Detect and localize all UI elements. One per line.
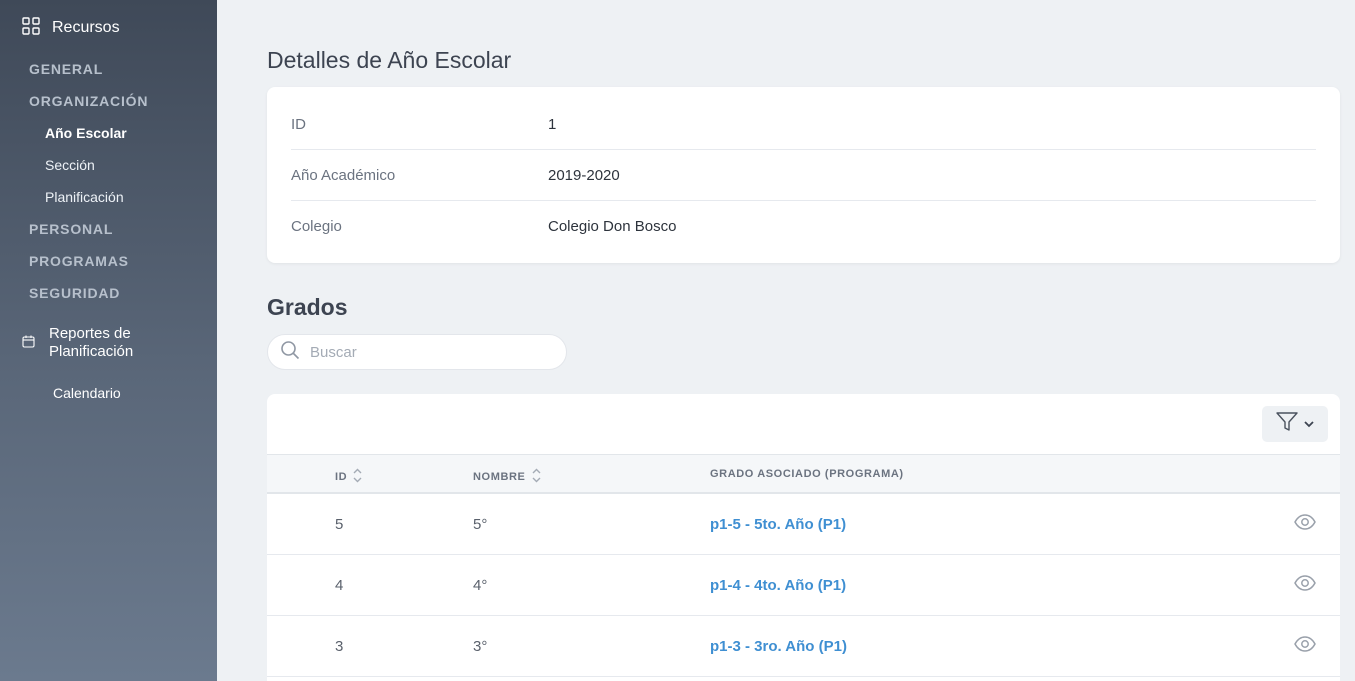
detail-row-ano-academico: Año Académico 2019-2020: [291, 149, 1316, 200]
table-row: 3 3° p1-3 - 3ro. Año (P1): [267, 616, 1340, 677]
detail-label: Año Académico: [291, 166, 396, 184]
page-title: Detalles de Año Escolar: [267, 47, 512, 73]
grades-table-card: ID NOMBRE GRADO ASOCIADO (PROGRAMA) 5 5°…: [267, 394, 1340, 681]
chevron-down-icon: [1304, 415, 1314, 433]
eye-icon[interactable]: [1294, 575, 1316, 595]
column-header-label: GRADO ASOCIADO (PROGRAMA): [710, 468, 904, 480]
sidebar-item-reportes[interactable]: Reportes de Planificación: [22, 325, 169, 361]
sidebar-section-programas[interactable]: PROGRAMAS: [29, 253, 129, 269]
sidebar-header-recursos[interactable]: Recursos: [22, 16, 120, 40]
column-header-label: NOMBRE: [473, 471, 526, 483]
sidebar-item-planificacion[interactable]: Planificación: [45, 189, 124, 205]
cell-nombre: 3°: [473, 638, 488, 655]
sidebar-item-ano-escolar[interactable]: Año Escolar: [45, 125, 127, 141]
detail-value: Colegio Don Bosco: [548, 217, 677, 235]
search-icon: [280, 340, 300, 365]
grades-title: Grados: [267, 294, 348, 320]
cell-id: 3: [335, 638, 344, 655]
column-header-nombre[interactable]: NOMBRE: [473, 468, 541, 486]
filter-icon: [1276, 411, 1298, 437]
sidebar-item-calendario[interactable]: Calendario: [53, 385, 121, 401]
sidebar-section-personal[interactable]: PERSONAL: [29, 221, 113, 237]
details-card: ID 1 Año Académico 2019-2020 Colegio Col…: [267, 87, 1340, 263]
sort-icon: [532, 468, 541, 486]
table-row: 4 4° p1-4 - 4to. Año (P1): [267, 555, 1340, 616]
sidebar: Recursos GENERAL ORGANIZACIÓN Año Escola…: [0, 0, 217, 681]
sidebar-section-organizacion[interactable]: ORGANIZACIÓN: [29, 93, 148, 109]
eye-icon[interactable]: [1294, 636, 1316, 656]
sidebar-header-label: Recursos: [52, 19, 120, 36]
table-header: ID NOMBRE GRADO ASOCIADO (PROGRAMA): [267, 454, 1340, 494]
sidebar-section-general[interactable]: GENERAL: [29, 61, 103, 77]
cell-id: 5: [335, 516, 344, 533]
detail-label: ID: [291, 116, 306, 133]
detail-row-id: ID 1: [291, 99, 1316, 150]
sort-icon: [353, 468, 362, 486]
detail-value: 1: [548, 116, 557, 133]
column-header-label: ID: [335, 471, 348, 483]
grade-link[interactable]: p1-4 - 4to. Año (P1): [710, 577, 846, 594]
grade-link[interactable]: p1-5 - 5to. Año (P1): [710, 516, 846, 533]
cell-nombre: 5°: [473, 516, 488, 533]
cell-nombre: 4°: [473, 577, 488, 594]
calendar-icon: [22, 335, 35, 361]
detail-label: Colegio: [291, 217, 342, 235]
grid-icon: [22, 16, 40, 40]
column-header-grado-asociado: GRADO ASOCIADO (PROGRAMA): [710, 468, 904, 480]
search-input[interactable]: [310, 343, 550, 361]
sidebar-section-seguridad[interactable]: SEGURIDAD: [29, 285, 120, 301]
grade-link[interactable]: p1-3 - 3ro. Año (P1): [710, 638, 847, 655]
sidebar-item-seccion[interactable]: Sección: [45, 157, 95, 173]
column-header-id[interactable]: ID: [335, 468, 362, 486]
search-box: [267, 334, 567, 370]
main-content: Detalles de Año Escolar ID 1 Año Académi…: [217, 0, 1355, 681]
eye-icon[interactable]: [1294, 514, 1316, 534]
filter-button[interactable]: [1262, 406, 1328, 442]
detail-value: 2019-2020: [548, 166, 620, 184]
table-row: 5 5° p1-5 - 5to. Año (P1): [267, 494, 1340, 555]
detail-row-colegio: Colegio Colegio Don Bosco: [291, 200, 1316, 251]
cell-id: 4: [335, 577, 344, 594]
sidebar-reportes-label: Reportes de Planificación: [49, 325, 134, 360]
